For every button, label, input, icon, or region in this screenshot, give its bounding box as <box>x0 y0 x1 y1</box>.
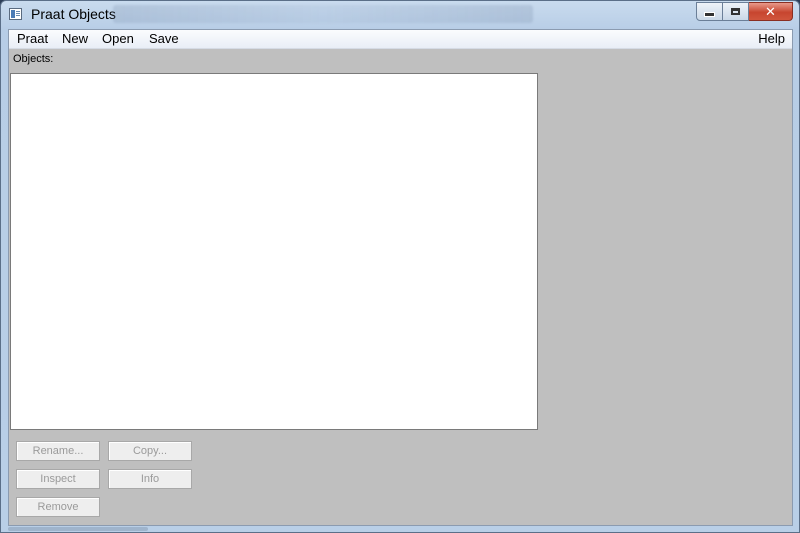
menu-bar: Praat New Open Save Help <box>9 30 792 49</box>
remove-button[interactable]: Remove <box>16 497 100 517</box>
client-area: Praat New Open Save Help Objects: Rename… <box>8 29 793 526</box>
objects-list[interactable] <box>10 73 538 430</box>
blurred-background-region <box>113 5 533 23</box>
minimize-button[interactable] <box>696 2 723 21</box>
menu-new[interactable]: New <box>61 31 89 46</box>
title-bar[interactable]: Praat Objects ✕ <box>1 1 799 29</box>
maximize-button[interactable] <box>723 2 749 21</box>
maximize-icon <box>731 8 740 15</box>
objects-label: Objects: <box>13 53 54 65</box>
praat-app-icon[interactable] <box>9 8 22 20</box>
close-icon: ✕ <box>765 3 776 19</box>
praat-objects-window: Praat Objects ✕ Praat New Open Save Help… <box>0 0 800 533</box>
copy-button[interactable]: Copy... <box>108 441 192 461</box>
close-button[interactable]: ✕ <box>749 2 793 21</box>
menu-save[interactable]: Save <box>148 31 180 46</box>
window-controls: ✕ <box>696 2 793 22</box>
inspect-button[interactable]: Inspect <box>16 469 100 489</box>
menu-help[interactable]: Help <box>757 31 786 46</box>
minimize-icon <box>704 11 715 17</box>
menu-praat[interactable]: Praat <box>16 31 49 46</box>
menu-open[interactable]: Open <box>101 31 135 46</box>
rename-button[interactable]: Rename... <box>16 441 100 461</box>
info-button[interactable]: Info <box>108 469 192 489</box>
window-title: Praat Objects <box>31 6 116 22</box>
bottom-edge-highlight <box>8 527 148 531</box>
